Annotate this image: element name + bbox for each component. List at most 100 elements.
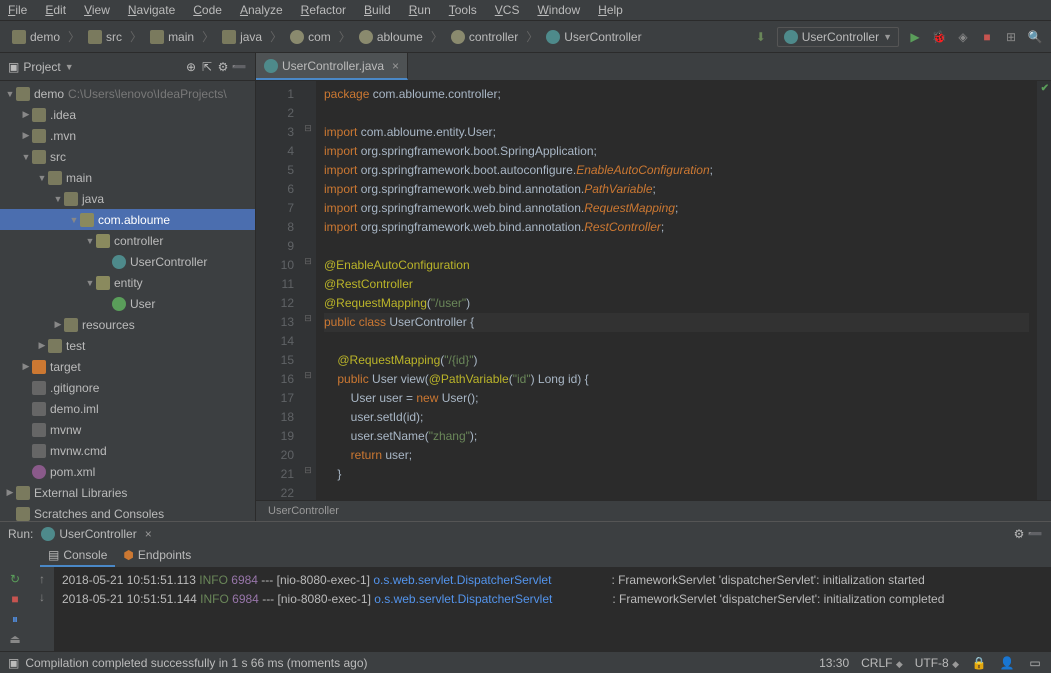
memory-icon[interactable]: ▭	[1027, 655, 1043, 671]
editor-breadcrumb[interactable]: UserController	[256, 500, 1051, 521]
menu-file[interactable]: File	[8, 3, 27, 17]
folder-icon	[64, 318, 78, 332]
tree-item[interactable]: ▼controller	[0, 230, 255, 251]
locate-icon[interactable]: ⊕	[183, 59, 199, 75]
code-editor[interactable]: 12345678910111213141516171819202122 ⊟⊟⊟⊟…	[256, 81, 1051, 500]
tree-item[interactable]: demo.iml	[0, 398, 255, 419]
menu-window[interactable]: Window	[537, 3, 580, 17]
tree-arrow-icon[interactable]: ▶	[4, 487, 16, 498]
tree-item[interactable]: ▼entity	[0, 272, 255, 293]
tree-item[interactable]: ▼main	[0, 167, 255, 188]
build-icon[interactable]: ⬇	[753, 29, 769, 45]
layout-icon[interactable]: ⊞	[1003, 29, 1019, 45]
coverage-icon[interactable]: ◈	[955, 29, 971, 45]
collapse-icon[interactable]: ⇱	[199, 59, 215, 75]
tree-item[interactable]: ▶resources	[0, 314, 255, 335]
tree-arrow-icon[interactable]: ▼	[36, 173, 48, 183]
tree-arrow-icon[interactable]: ▼	[84, 278, 96, 288]
menu-build[interactable]: Build	[364, 3, 391, 17]
up-icon[interactable]: ↑	[34, 571, 50, 587]
minimize-icon[interactable]: ➖	[1027, 526, 1043, 542]
tree-item[interactable]: .gitignore	[0, 377, 255, 398]
status-icon[interactable]: ▣	[8, 656, 19, 670]
tree-item[interactable]: ▼src	[0, 146, 255, 167]
down-icon[interactable]: ↓	[34, 589, 50, 605]
breadcrumb-item[interactable]: java	[218, 28, 266, 46]
tree-arrow-icon[interactable]: ▼	[4, 89, 16, 99]
status-line-ending[interactable]: CRLF ◆	[861, 656, 903, 670]
folder-icon	[88, 30, 102, 44]
tree-item[interactable]: ▼java	[0, 188, 255, 209]
pause-icon[interactable]: ⏸	[7, 611, 23, 627]
menu-edit[interactable]: Edit	[45, 3, 66, 17]
tree-arrow-icon[interactable]: ▶	[20, 109, 32, 120]
chevron-down-icon: ▼	[883, 32, 892, 42]
menu-navigate[interactable]: Navigate	[128, 3, 175, 17]
tree-item[interactable]: mvnw	[0, 419, 255, 440]
settings-icon[interactable]: ⚙	[1011, 526, 1027, 542]
tree-arrow-icon[interactable]: ▼	[20, 152, 32, 162]
breadcrumb-item[interactable]: demo	[8, 28, 64, 46]
run-icon[interactable]: ▶	[907, 29, 923, 45]
run-config-tab[interactable]: UserController ×	[41, 527, 151, 541]
tree-item[interactable]: ▼demoC:\Users\lenovo\IdeaProjects\	[0, 83, 255, 104]
search-icon[interactable]: 🔍	[1027, 29, 1043, 45]
editor-scrollbar[interactable]: ✔	[1037, 81, 1051, 500]
tree-arrow-icon[interactable]: ▶	[36, 340, 48, 351]
tree-item[interactable]: ▼com.abloume	[0, 209, 255, 230]
tree-item[interactable]: Scratches and Consoles	[0, 503, 255, 521]
exit-icon[interactable]: ⏏	[7, 631, 23, 647]
tree-item[interactable]: ▶External Libraries	[0, 482, 255, 503]
stop-icon[interactable]: ■	[7, 591, 23, 607]
tree-item[interactable]: mvnw.cmd	[0, 440, 255, 461]
project-tree[interactable]: ▼demoC:\Users\lenovo\IdeaProjects\▶.idea…	[0, 81, 255, 521]
tree-item[interactable]: ▶.mvn	[0, 125, 255, 146]
tab-endpoints[interactable]: ⬢ Endpoints	[115, 546, 199, 567]
tree-item[interactable]: ▶test	[0, 335, 255, 356]
debug-icon[interactable]: 🐞	[931, 29, 947, 45]
console-output[interactable]: 2018-05-21 10:51:51.113 INFO 6984 --- [n…	[54, 567, 1051, 651]
folder-icon	[32, 150, 46, 164]
tree-arrow-icon[interactable]: ▼	[84, 236, 96, 246]
tree-arrow-icon[interactable]: ▶	[20, 361, 32, 372]
menu-view[interactable]: View	[84, 3, 110, 17]
menu-refactor[interactable]: Refactor	[301, 3, 346, 17]
breadcrumb-item[interactable]: abloume	[355, 28, 427, 46]
stop-icon[interactable]: ■	[979, 29, 995, 45]
inspector-icon[interactable]: 👤	[999, 655, 1015, 671]
status-encoding[interactable]: UTF-8 ◆	[915, 656, 959, 670]
code-content[interactable]: package com.abloume.controller; import c…	[316, 81, 1037, 500]
editor-tab[interactable]: UserController.java ×	[256, 53, 408, 80]
tab-console[interactable]: ▤ Console	[40, 546, 115, 567]
tree-item[interactable]: pom.xml	[0, 461, 255, 482]
breadcrumb-item[interactable]: src	[84, 28, 126, 46]
tree-item[interactable]: ▶target	[0, 356, 255, 377]
breadcrumb-item[interactable]: UserController	[542, 28, 645, 46]
menu-tools[interactable]: Tools	[449, 3, 477, 17]
breadcrumb-item[interactable]: controller	[447, 28, 522, 46]
close-icon[interactable]: ×	[392, 59, 399, 73]
tree-arrow-icon[interactable]: ▼	[68, 215, 80, 225]
tree-arrow-icon[interactable]: ▼	[52, 194, 64, 204]
run-config-selector[interactable]: UserController ▼	[777, 27, 899, 47]
hide-icon[interactable]: ➖	[231, 59, 247, 75]
rerun-icon[interactable]: ↻	[7, 571, 23, 587]
tree-item[interactable]: ▶.idea	[0, 104, 255, 125]
menu-vcs[interactable]: VCS	[495, 3, 520, 17]
tree-item[interactable]: User	[0, 293, 255, 314]
menu-help[interactable]: Help	[598, 3, 623, 17]
chevron-down-icon[interactable]: ▼	[65, 62, 74, 72]
menu-analyze[interactable]: Analyze	[240, 3, 283, 17]
lock-icon[interactable]: 🔒	[971, 655, 987, 671]
tree-arrow-icon[interactable]: ▶	[52, 319, 64, 330]
menu-run[interactable]: Run	[409, 3, 431, 17]
settings-icon[interactable]: ⚙	[215, 59, 231, 75]
project-tool-icon: ▣	[8, 60, 19, 74]
close-icon[interactable]: ×	[145, 527, 152, 541]
tree-arrow-icon[interactable]: ▶	[20, 130, 32, 141]
breadcrumb-item[interactable]: main	[146, 28, 198, 46]
breadcrumb-item[interactable]: com	[286, 28, 335, 46]
menu-code[interactable]: Code	[193, 3, 222, 17]
tree-item[interactable]: UserController	[0, 251, 255, 272]
status-time: 13:30	[819, 656, 849, 670]
